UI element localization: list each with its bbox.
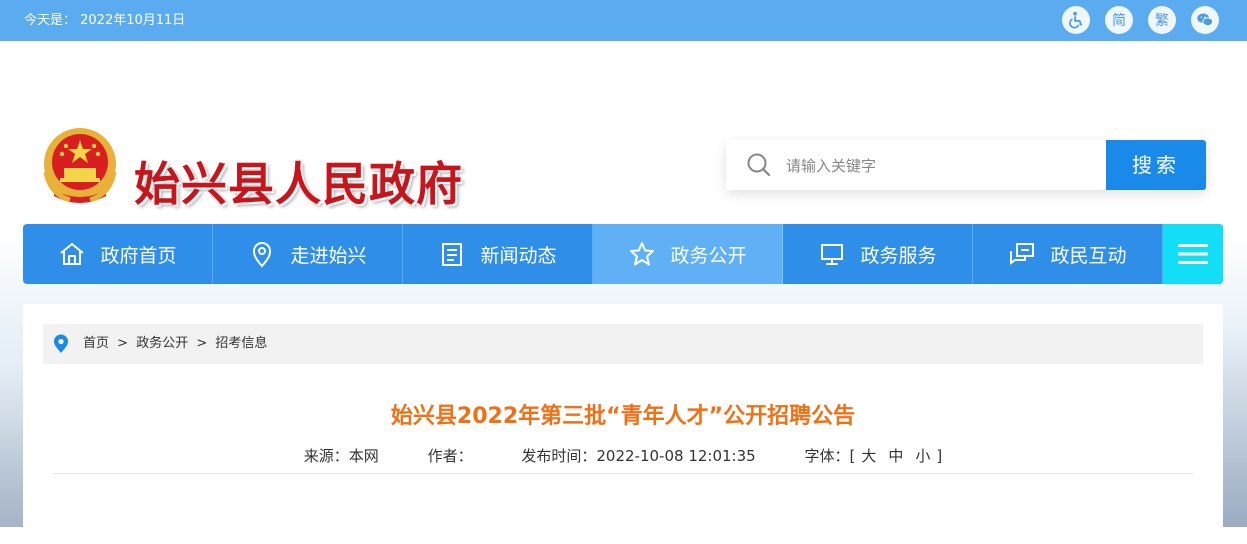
hamburger-icon xyxy=(1178,244,1208,264)
font-small-button[interactable]: 小 xyxy=(915,447,930,465)
star-icon xyxy=(630,242,655,266)
wechat-icon xyxy=(1197,13,1214,27)
bracket-open: [ xyxy=(849,447,856,465)
breadcrumb: 首页 > 政务公开 > 招考信息 xyxy=(43,324,1203,364)
accessibility-icon xyxy=(1069,11,1083,29)
author-label: 作者： xyxy=(427,447,473,465)
nav-item-gov-affairs[interactable]: 政务公开 xyxy=(593,224,783,284)
bracket-close: ] xyxy=(936,447,943,465)
source-value: 本网 xyxy=(348,447,379,465)
location-pin-icon xyxy=(54,334,68,353)
accessibility-button[interactable] xyxy=(1062,6,1090,34)
nav-item-services[interactable]: 政务服务 xyxy=(783,224,973,284)
breadcrumb-separator: > xyxy=(117,336,129,351)
news-icon xyxy=(442,243,463,266)
nav-item-label: 新闻动态 xyxy=(480,244,557,267)
nav-item-about[interactable]: 走进始兴 xyxy=(213,224,403,284)
article-meta: 来源：本网 作者： 发布时间：2022-10-08 12:01:35 字体：[ 大… xyxy=(23,445,1223,466)
search-input[interactable] xyxy=(784,148,1088,184)
nav-item-news[interactable]: 新闻动态 xyxy=(403,224,593,284)
font-large-button[interactable]: 大 xyxy=(861,447,876,465)
top-tools: 简 繁 xyxy=(1062,6,1219,34)
nav-item-interaction[interactable]: 政民互动 xyxy=(973,224,1163,284)
breadcrumb-gov-affairs[interactable]: 政务公开 xyxy=(136,336,188,351)
nav-item-home[interactable]: 政府首页 xyxy=(23,224,213,284)
nav-item-label: 政务服务 xyxy=(860,244,937,267)
location-icon xyxy=(253,242,272,268)
meta-author: 作者： xyxy=(428,447,473,465)
font-medium-button[interactable]: 中 xyxy=(888,447,903,465)
article-title: 始兴县2022年第三批“青年人才”公开招聘公告 xyxy=(390,404,856,429)
top-bar: 今天是： 2022年10月11日 简 繁 xyxy=(0,0,1247,41)
nav-item-label: 政民互动 xyxy=(1050,244,1127,267)
font-size-label: 字体： xyxy=(804,447,850,465)
search-icon xyxy=(747,153,771,177)
chat-icon xyxy=(1010,243,1035,265)
nav-item-label: 走进始兴 xyxy=(290,244,367,267)
time-label: 发布时间： xyxy=(521,447,597,465)
main-nav: 政府首页 走进始兴 新闻动态 政务公开 政务服务 政民互动 xyxy=(23,224,1223,284)
meta-source: 来源：本网 xyxy=(304,447,379,465)
simplified-chinese-button[interactable]: 简 xyxy=(1105,6,1133,34)
home-icon xyxy=(60,242,85,265)
search-button[interactable]: 搜索 xyxy=(1106,140,1206,190)
search-box: 搜索 xyxy=(726,140,1206,190)
wechat-button[interactable] xyxy=(1191,6,1219,34)
time-value: 2022-10-08 12:01:35 xyxy=(596,447,756,465)
nav-item-label: 政府首页 xyxy=(100,244,177,267)
breadcrumb-recruitment[interactable]: 招考信息 xyxy=(215,336,267,351)
traditional-chinese-button[interactable]: 繁 xyxy=(1148,6,1176,34)
content-panel: 首页 > 政务公开 > 招考信息 始兴县2022年第三批“青年人才”公开招聘公告… xyxy=(23,304,1223,544)
site-title[interactable]: 始兴县人民政府 xyxy=(134,148,463,214)
source-label: 来源： xyxy=(303,447,349,465)
meta-font-size: 字体：[ 大中小] xyxy=(804,447,942,465)
date-text: 今天是： 2022年10月11日 xyxy=(24,13,186,28)
nav-item-label: 政务公开 xyxy=(670,244,747,267)
nav-menu-button[interactable] xyxy=(1163,224,1223,284)
breadcrumb-home[interactable]: 首页 xyxy=(83,336,109,351)
monitor-icon xyxy=(821,244,844,265)
meta-divider xyxy=(53,473,1193,474)
meta-time: 发布时间：2022-10-08 12:01:35 xyxy=(521,447,755,465)
breadcrumb-separator: > xyxy=(196,336,208,351)
national-emblem-logo xyxy=(43,128,117,203)
